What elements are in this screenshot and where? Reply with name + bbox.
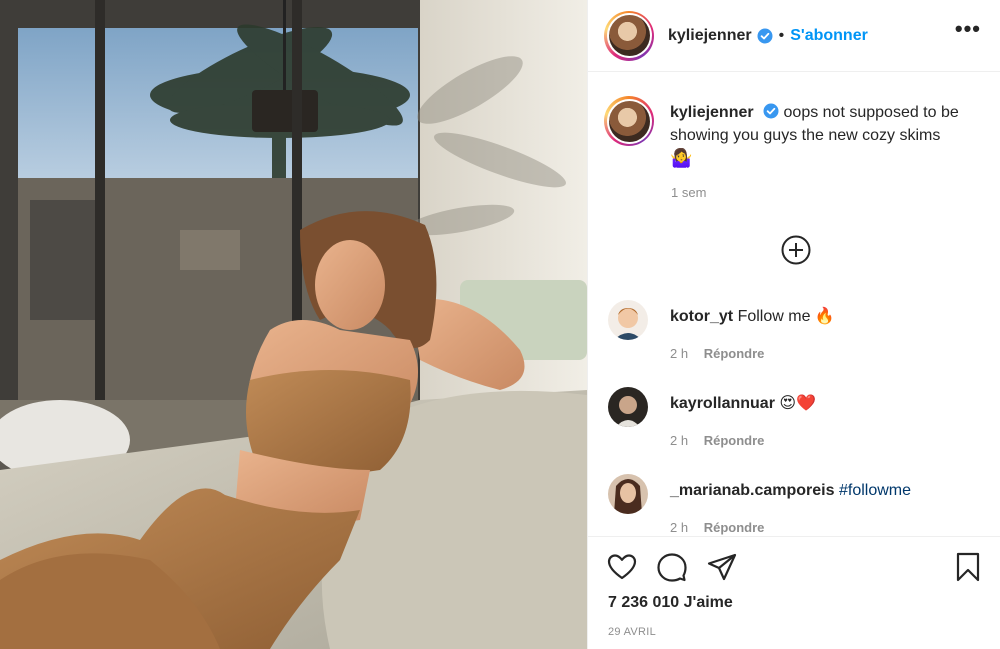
reply-button[interactable]: Répondre [704, 520, 765, 535]
post-date: 29 AVRIL [608, 626, 657, 638]
comment-timestamp[interactable]: 2 h [670, 346, 688, 361]
like-count[interactable]: 7 236 010 J'aime [608, 594, 733, 612]
follow-button[interactable]: S'abonner [790, 27, 868, 45]
comment-meta: 2 h Répondre [670, 433, 764, 448]
post-actions: 7 236 010 J'aime 29 AVRIL [588, 536, 1000, 649]
caption-timestamp[interactable]: 1 sem [671, 185, 706, 200]
more-options-icon[interactable]: ••• [955, 16, 981, 42]
comment-timestamp[interactable]: 2 h [670, 433, 688, 448]
post-side-panel: kyliejenner • S'abonner ••• kyliejenner … [587, 0, 1000, 649]
avatar-image [608, 474, 648, 514]
avatar-image [608, 387, 648, 427]
header-separator: • [778, 26, 785, 44]
comment-text-block: _marianab.camporeis #followme [670, 480, 980, 502]
caption-text-block: kyliejenner oops not supposed to be show… [670, 101, 990, 171]
caption-avatar[interactable] [604, 96, 654, 146]
comment-text: Follow me 🔥 [737, 308, 835, 325]
comment-timestamp[interactable]: 2 h [670, 520, 688, 535]
author-avatar[interactable] [604, 10, 654, 61]
bookmark-icon[interactable] [952, 551, 984, 583]
commenter-avatar[interactable] [608, 474, 648, 514]
commenter-avatar[interactable] [608, 387, 648, 427]
verified-badge-icon [757, 28, 773, 43]
comment-text-block: kayrollannuar 😍❤️ [670, 393, 980, 415]
comment-text-block: kotor_yt Follow me 🔥 [670, 306, 980, 328]
avatar-image [608, 300, 648, 340]
comment-hashtag[interactable]: #followme [839, 482, 911, 499]
author-username[interactable]: kyliejenner [668, 27, 752, 45]
reply-button[interactable]: Répondre [704, 346, 765, 361]
post-photo[interactable] [0, 0, 587, 649]
comment-meta: 2 h Répondre [670, 520, 764, 535]
verified-badge-icon [763, 103, 779, 119]
commenter-avatar[interactable] [608, 300, 648, 340]
comment-meta: 2 h Répondre [670, 346, 764, 361]
plus-circle-icon[interactable] [781, 235, 811, 265]
comment-username[interactable]: kayrollannuar [670, 395, 775, 412]
heart-icon[interactable] [606, 551, 638, 583]
post-photo-illustration [0, 0, 587, 649]
post-header: kyliejenner • S'abonner ••• [588, 0, 1000, 72]
caption-username[interactable]: kyliejenner [670, 104, 754, 121]
comment-username[interactable]: kotor_yt [670, 308, 733, 325]
reply-button[interactable]: Répondre [704, 433, 765, 448]
caption-emoji: 🤷‍♀️ [670, 148, 693, 168]
comment-username[interactable]: _marianab.camporeis [670, 482, 835, 499]
comments-section[interactable]: kyliejenner oops not supposed to be show… [588, 72, 1000, 535]
paper-plane-icon[interactable] [706, 551, 738, 583]
comment-bubble-icon[interactable] [656, 551, 688, 583]
comment-text: 😍❤️ [779, 395, 816, 412]
